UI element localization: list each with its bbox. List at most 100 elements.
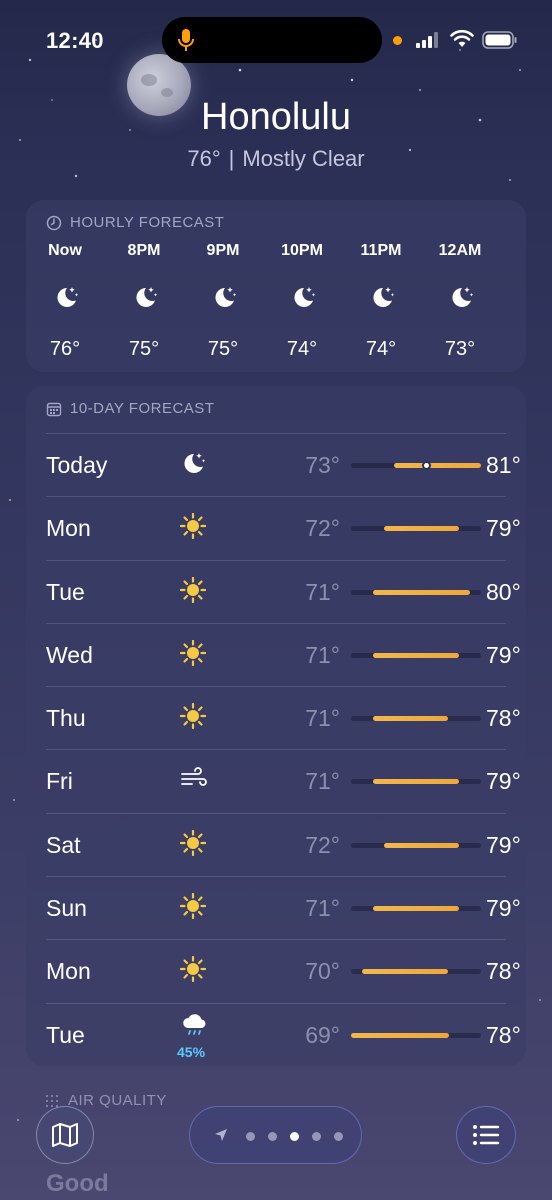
sun-icon bbox=[179, 576, 207, 608]
current-condition: Mostly Clear bbox=[242, 146, 365, 171]
calendar-icon bbox=[46, 402, 62, 416]
forecast-low: 71° bbox=[305, 768, 340, 795]
ten-day-forecast-title: 10-DAY FORECAST bbox=[70, 400, 215, 417]
forecast-low: 70° bbox=[305, 958, 340, 985]
forecast-low: 71° bbox=[305, 705, 340, 732]
page-dot[interactable] bbox=[290, 1132, 299, 1141]
ten-day-forecast-card[interactable]: 10-DAY FORECAST Today 73° 81° Mon 72° 79° Tue 7… bbox=[26, 386, 526, 1066]
forecast-low: 71° bbox=[305, 895, 340, 922]
forecast-row[interactable]: Tue 71° 80° bbox=[46, 559, 521, 623]
page-indicator[interactable] bbox=[189, 1106, 362, 1164]
forecast-low: 69° bbox=[305, 1021, 340, 1048]
forecast-high: 78° bbox=[486, 1021, 521, 1048]
forecast-low: 71° bbox=[305, 641, 340, 668]
temperature-range-bar bbox=[351, 842, 481, 848]
forecast-row[interactable]: Tue 45% 69° 78° bbox=[46, 1002, 521, 1066]
air-quality-title: AIR QUALITY bbox=[68, 1092, 167, 1109]
sun-icon bbox=[179, 892, 207, 924]
summary-separator: | bbox=[228, 146, 235, 171]
hourly-time: 9PM bbox=[206, 242, 240, 259]
page-dot[interactable] bbox=[312, 1132, 321, 1141]
sun-icon bbox=[179, 703, 207, 734]
moon-stars-icon bbox=[180, 450, 206, 481]
temperature-range-bar bbox=[351, 589, 481, 595]
sun-icon bbox=[179, 639, 207, 671]
hourly-time: 10PM bbox=[281, 242, 323, 259]
forecast-high: 78° bbox=[486, 705, 521, 732]
hourly-time: 12AM bbox=[438, 242, 482, 259]
current-temperature-marker bbox=[422, 461, 432, 470]
sun-icon bbox=[179, 829, 207, 861]
temperature-range-fill bbox=[351, 1032, 449, 1038]
hourly-item: 10PM 74° bbox=[267, 240, 337, 370]
forecast-day: Mon bbox=[46, 515, 91, 542]
hourly-items[interactable]: Now76°8PM75°9PM75°10PM74°11PM74°12AM73°1… bbox=[26, 240, 526, 370]
forecast-row[interactable]: Mon 70° 78° bbox=[46, 939, 521, 1002]
status-time: 12:40 bbox=[46, 28, 104, 53]
clock-icon bbox=[46, 215, 62, 230]
moon-stars-icon bbox=[369, 284, 395, 315]
temperature-range-bar bbox=[351, 779, 481, 785]
forecast-row[interactable]: Wed 71° 79° bbox=[46, 622, 521, 686]
forecast-row[interactable]: Sat 72° 79° bbox=[46, 812, 521, 876]
page-dot[interactable] bbox=[334, 1132, 343, 1141]
forecast-row[interactable]: Today 73° 81° bbox=[46, 433, 521, 496]
page-dot[interactable] bbox=[268, 1132, 277, 1141]
hourly-temp: 73° bbox=[444, 338, 476, 360]
temperature-range-bar bbox=[351, 716, 481, 722]
forecast-day: Mon bbox=[46, 958, 91, 985]
precipitation-chance: 45% bbox=[177, 1043, 206, 1060]
hourly-forecast-title: HOURLY FORECAST bbox=[70, 214, 225, 231]
wifi-icon bbox=[450, 30, 474, 47]
forecast-day: Thu bbox=[46, 705, 86, 732]
forecast-high: 79° bbox=[486, 515, 521, 542]
hourly-temp: 75° bbox=[207, 338, 239, 360]
rain-cloud-icon bbox=[180, 1012, 210, 1043]
temperature-range-bar bbox=[351, 526, 481, 532]
air-quality-value: Good bbox=[46, 1170, 109, 1197]
forecast-row[interactable]: Thu 71° 78° bbox=[46, 686, 521, 749]
temperature-range-bar bbox=[351, 969, 481, 975]
temperature-range-fill bbox=[394, 463, 481, 468]
forecast-day: Fri bbox=[46, 768, 73, 795]
hourly-time: 1A bbox=[504, 242, 526, 260]
forecast-low: 72° bbox=[305, 515, 340, 542]
locations-list-button[interactable] bbox=[456, 1106, 516, 1164]
forecast-day: Tue bbox=[46, 578, 85, 605]
hourly-item: Now 76° bbox=[30, 240, 100, 370]
temperature-range-fill bbox=[372, 652, 460, 658]
hourly-item: 9PM 75° bbox=[188, 240, 258, 370]
cellular-signal-icon bbox=[416, 32, 438, 48]
hourly-temp: 74° bbox=[365, 338, 397, 360]
temperature-range-fill bbox=[383, 526, 460, 532]
moon-stars-icon bbox=[211, 284, 237, 315]
city-name: Honolulu bbox=[201, 96, 351, 138]
hourly-forecast-header: HOURLY FORECAST bbox=[46, 214, 224, 231]
forecast-day: Sun bbox=[46, 895, 87, 922]
hourly-forecast-card[interactable]: HOURLY FORECAST Now 76° 8PM 75° 9PM 75° 10PM 74… bbox=[26, 200, 526, 372]
temperature-range-fill bbox=[372, 589, 471, 595]
page-dot[interactable] bbox=[246, 1132, 255, 1141]
temperature-range-fill bbox=[361, 969, 449, 975]
temperature-range-bar bbox=[351, 652, 481, 658]
map-button[interactable] bbox=[36, 1106, 94, 1164]
forecast-high: 81° bbox=[486, 452, 521, 478]
microphone-icon bbox=[178, 29, 194, 51]
hourly-item: 1A 73 bbox=[504, 240, 526, 370]
hourly-temp: 76° bbox=[49, 338, 81, 360]
moon-stars-icon bbox=[132, 284, 158, 315]
hourly-temp: 73 bbox=[504, 338, 526, 361]
forecast-high: 79° bbox=[486, 831, 521, 858]
forecast-high: 79° bbox=[486, 641, 521, 668]
hourly-time: 11PM bbox=[360, 242, 402, 259]
moon-stars-icon bbox=[53, 284, 79, 315]
forecast-row[interactable]: Fri 71° 79° bbox=[46, 749, 521, 812]
forecast-day: Today bbox=[46, 452, 108, 478]
forecast-row[interactable]: Mon 72° 79° bbox=[46, 496, 521, 559]
wind-icon bbox=[180, 766, 208, 795]
current-temperature: 76° bbox=[187, 146, 221, 171]
temperature-range-fill bbox=[372, 716, 449, 722]
dynamic-island bbox=[162, 17, 382, 63]
ten-day-rows: Today 73° 81° Mon 72° 79° Tue 71° 80° Wed 71° 79° Th… bbox=[46, 433, 521, 1066]
forecast-row[interactable]: Sun 71° 79° bbox=[46, 876, 521, 939]
